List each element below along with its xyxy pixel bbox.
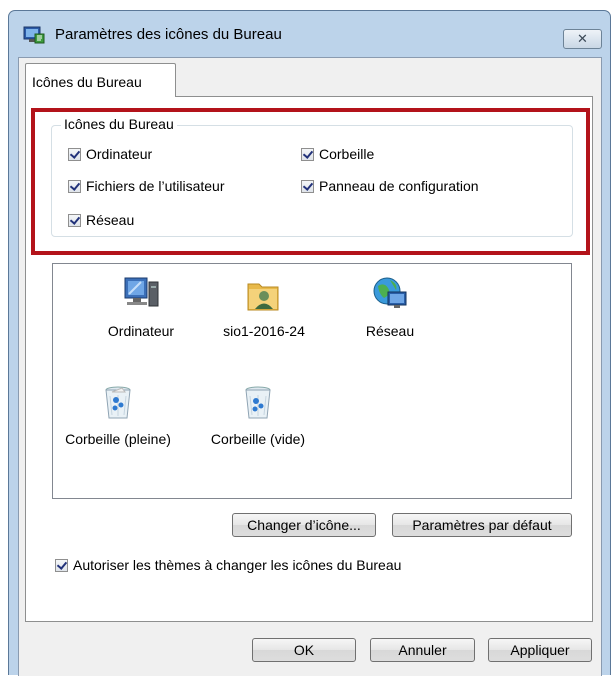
button-label: Changer d’icône... <box>247 517 361 533</box>
change-icon-button[interactable]: Changer d’icône... <box>232 513 376 537</box>
icon-list-view[interactable]: Ordinateur sio1-2016-24 Réseau Corbeille… <box>52 263 572 499</box>
user-folder-icon <box>247 283 279 311</box>
checkbox-allow-themes[interactable]: Autoriser les thèmes à changer les icône… <box>55 556 401 574</box>
icon-label: Corbeille (pleine) <box>65 431 171 447</box>
icon-label: sio1-2016-24 <box>223 323 305 339</box>
button-label: OK <box>293 642 315 658</box>
network-icon <box>373 277 407 308</box>
red-highlight-frame <box>31 108 590 255</box>
icon-item-network[interactable]: Réseau <box>325 274 455 339</box>
title-bar[interactable]: Paramètres des icônes du Bureau ✕ <box>9 11 610 57</box>
default-settings-button[interactable]: Paramètres par défaut <box>392 513 572 537</box>
checkbox-label: Autoriser les thèmes à changer les icône… <box>73 557 402 573</box>
close-button[interactable]: ✕ <box>563 29 602 49</box>
icon-label: Réseau <box>365 323 415 339</box>
icon-item-recycle-bin-empty[interactable]: Corbeille (vide) <box>193 382 323 447</box>
computer-icon <box>124 277 159 307</box>
recycle-bin-empty-icon <box>245 386 271 419</box>
cancel-button[interactable]: Annuler <box>370 638 475 662</box>
display-settings-icon <box>23 26 45 44</box>
checkbox-checked-icon[interactable] <box>55 558 68 572</box>
icon-item-user-folder[interactable]: sio1-2016-24 <box>199 274 329 339</box>
ok-button[interactable]: OK <box>252 638 356 662</box>
icon-label: Ordinateur <box>107 323 175 339</box>
tab-label: Icônes du Bureau <box>32 74 142 90</box>
button-label: Appliquer <box>510 642 570 658</box>
apply-button[interactable]: Appliquer <box>488 638 592 662</box>
recycle-bin-full-icon <box>105 386 131 419</box>
icon-item-recycle-bin-full[interactable]: Corbeille (pleine) <box>53 382 183 447</box>
window-title: Paramètres des icônes du Bureau <box>55 26 282 43</box>
button-label: Annuler <box>398 642 447 658</box>
button-label: Paramètres par défaut <box>412 517 552 533</box>
icon-label: Corbeille (vide) <box>210 431 306 447</box>
icon-item-computer[interactable]: Ordinateur <box>76 274 206 339</box>
tab-desktop-icons[interactable]: Icônes du Bureau <box>25 63 176 97</box>
close-icon: ✕ <box>577 31 588 46</box>
